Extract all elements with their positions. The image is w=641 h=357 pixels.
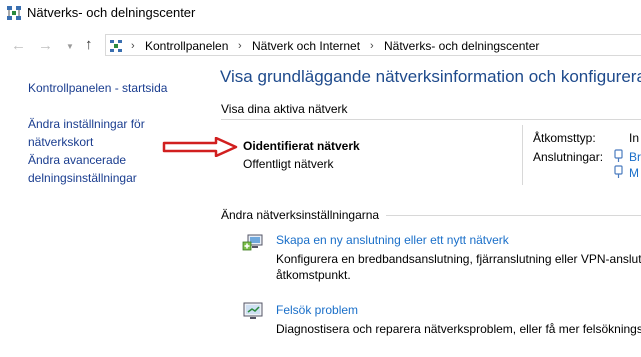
connection-link-2[interactable]: M: [629, 166, 639, 180]
ethernet-icon: [614, 165, 623, 179]
change-settings-heading: Ändra nätverksinställningarna: [221, 208, 380, 222]
forward-arrow-icon[interactable]: →: [38, 37, 53, 54]
sidebar-item-label: Ändra avancerade: [28, 153, 127, 167]
breadcrumb-natverk-internet[interactable]: Nätverk och Internet: [252, 39, 360, 53]
sidebar-item-label: delningsinställningar: [28, 171, 137, 185]
up-arrow-icon[interactable]: ↑: [85, 36, 93, 53]
control-panel-icon: [110, 39, 122, 52]
new-connection-icon: [241, 230, 265, 252]
connections-label: Anslutningar:: [533, 150, 604, 164]
breadcrumb-separator-icon[interactable]: ›: [131, 40, 135, 52]
sidebar-item-advanced-sharing[interactable]: Ändra avancerade delningsinställningar: [28, 151, 137, 187]
breadcrumb-natverks-delningscenter[interactable]: Nätverks- och delningscenter: [384, 39, 539, 53]
breadcrumb-separator-icon[interactable]: ›: [370, 40, 374, 52]
section-divider: [386, 215, 641, 216]
window-title: Nätverks- och delningscenter: [27, 5, 196, 20]
create-connection-desc-2: åtkomstpunkt.: [276, 268, 351, 282]
sidebar-item-label: nätverkskort: [28, 135, 94, 149]
troubleshoot-desc: Diagnostisera och reparera nätverksprobl…: [276, 322, 641, 336]
network-type: Offentligt nätverk: [243, 157, 334, 171]
network-center-icon: [7, 6, 21, 20]
active-networks-heading: Visa dina aktiva nätverk: [221, 102, 348, 116]
recent-chevron-icon[interactable]: ▼: [66, 42, 74, 51]
red-arrow-icon: [162, 136, 238, 162]
back-arrow-icon[interactable]: ←: [11, 37, 26, 54]
access-type-label: Åtkomsttyp:: [533, 131, 596, 145]
access-type-value: In: [629, 131, 640, 145]
create-connection-desc-1: Konfigurera en bredbandsanslutning, fjär…: [276, 252, 641, 266]
network-name: Oidentifierat nätverk: [243, 139, 360, 153]
sidebar-item-home[interactable]: Kontrollpanelen - startsida: [28, 79, 167, 97]
create-connection-link[interactable]: Skapa en ny anslutning eller ett nytt nä…: [276, 233, 509, 247]
sidebar-item-label: Ändra inställningar för: [28, 117, 145, 131]
connection-link-1[interactable]: Br: [629, 150, 641, 164]
section-divider: [221, 119, 641, 120]
sidebar-item-adapter-settings[interactable]: Ändra inställningar för nätverkskort: [28, 115, 145, 151]
troubleshoot-link[interactable]: Felsök problem: [276, 303, 358, 317]
column-divider: [522, 125, 523, 185]
breadcrumb-kontrollpanelen[interactable]: Kontrollpanelen: [145, 39, 228, 53]
ethernet-icon: [614, 149, 623, 163]
troubleshoot-icon: [241, 300, 265, 322]
breadcrumb-separator-icon[interactable]: ›: [238, 40, 242, 52]
page-title: Visa grundläggande nätverksinformation o…: [220, 67, 641, 86]
